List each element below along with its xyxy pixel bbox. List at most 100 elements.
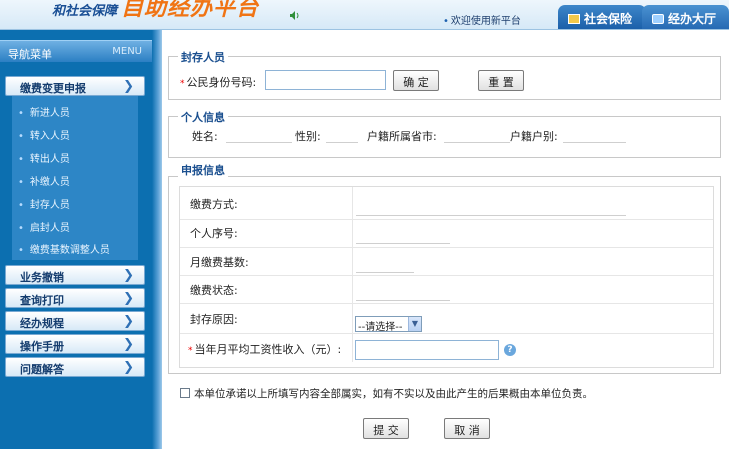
required-marker: * — [180, 79, 185, 89]
app-logo: 和社会保障 自助经办平台 — [52, 0, 260, 29]
submenu-label: 封存人员 — [29, 200, 70, 211]
menu-manual[interactable]: 操作手册 ❯ — [5, 334, 145, 354]
submenu-item-transfer-in[interactable]: • 转入人员 — [18, 127, 70, 142]
select-value: --请选择-- — [358, 322, 403, 333]
menu-label: 查询打印 — [20, 294, 64, 307]
submenu-label: 转出人员 — [29, 154, 70, 165]
id-number-label: * 公民身份号码: — [180, 74, 256, 90]
bullet-icon: • — [18, 200, 24, 211]
table-row-divider — [180, 275, 713, 276]
table-row-divider — [180, 247, 713, 248]
section-legend: 个人信息 — [178, 109, 228, 125]
bullet-icon: • — [18, 154, 24, 165]
table-row-divider — [180, 303, 713, 304]
sidebar-title: 导航菜单 — [8, 48, 52, 61]
tab-label: 经办大厅 — [668, 12, 717, 26]
bullet-icon: • — [443, 16, 449, 27]
building-icon — [652, 14, 664, 24]
submenu-item-base-adjust[interactable]: • 缴费基数调整人员 — [18, 241, 110, 256]
tab-service-hall[interactable]: 经办大厅 — [642, 5, 729, 29]
menu-payment-change[interactable]: 缴费变更申报 ❯ — [5, 76, 145, 96]
section-legend: 申报信息 — [178, 162, 228, 178]
menu-label: 问题解答 — [20, 363, 64, 376]
menu-procedures[interactable]: 经办规程 ❯ — [5, 311, 145, 331]
chevron-right-icon: ❯ — [123, 268, 134, 283]
bullet-icon: • — [18, 223, 24, 234]
chevron-right-icon: ❯ — [123, 79, 134, 94]
confirm-button[interactable]: 确 定 — [393, 70, 439, 91]
menu-business-revoke[interactable]: 业务撤销 ❯ — [5, 265, 145, 285]
payment-method-label: 缴费方式: — [190, 198, 238, 211]
id-number-label-text: 公民身份号码: — [186, 76, 257, 89]
submenu-item-transfer-out[interactable]: • 转出人员 — [18, 150, 70, 165]
menu-label: 操作手册 — [20, 340, 64, 353]
bullet-icon: • — [18, 177, 24, 188]
monthly-base-label: 月缴费基数: — [190, 256, 249, 269]
menu-faq[interactable]: 问题解答 ❯ — [5, 357, 145, 377]
chevron-right-icon: ❯ — [123, 291, 134, 306]
sidebar: 导航菜单 MENU 缴费变更申报 ❯ • 新进人员 • 转入人员 • 转出人员 • 补缴… — [0, 30, 152, 449]
seal-reason-label: 封存原因: — [190, 313, 238, 326]
payment-status-label: 缴费状态: — [190, 284, 238, 297]
chevron-down-icon: ▼ — [408, 317, 421, 331]
top-header: 和社会保障 自助经办平台 • 欢迎使用新平台 社会保险 经办大厅 — [0, 0, 729, 30]
logo-title: 自助经办平台 — [121, 0, 260, 21]
cancel-button[interactable]: 取 消 — [444, 418, 490, 439]
gender-value — [326, 142, 358, 143]
submenu-label: 启封人员 — [29, 223, 70, 234]
chevron-right-icon: ❯ — [123, 360, 134, 375]
name-label: 姓名: — [192, 130, 218, 143]
menu-label: 业务撤销 — [20, 271, 64, 284]
commitment-text: 本单位承诺以上所填写内容全部属实，如有不实以及由此产生的后果概由本单位负责。 — [194, 388, 593, 400]
bullet-icon: • — [18, 108, 24, 119]
monthly-base-value — [356, 272, 414, 273]
sidebar-divider — [152, 30, 162, 449]
logo-subtitle: 和社会保障 — [52, 4, 118, 19]
hukou-city-value — [444, 142, 510, 143]
table-row-divider — [180, 333, 713, 334]
personal-no-value — [356, 243, 450, 244]
commitment-checkbox[interactable] — [180, 388, 190, 398]
table-row-divider — [180, 219, 713, 220]
income-input[interactable] — [355, 340, 499, 360]
submenu-label: 新进人员 — [29, 108, 70, 119]
sidebar-menu-label: MENU — [112, 46, 142, 57]
income-label-text: 当年月平均工资性收入（元）: — [194, 343, 342, 356]
chevron-right-icon: ❯ — [123, 314, 134, 329]
reset-button[interactable]: 重 置 — [478, 70, 524, 91]
tab-label: 社会保险 — [584, 12, 633, 26]
submenu-label: 补缴人员 — [29, 177, 70, 188]
personal-info-fieldset — [168, 116, 721, 158]
hukou-city-label: 户籍所属省市: — [367, 130, 437, 143]
bullet-icon: • — [18, 245, 24, 256]
tab-social-insurance[interactable]: 社会保险 — [558, 5, 646, 29]
menu-label: 缴费变更申报 — [20, 82, 86, 95]
main-content: 封存人员 * 公民身份号码: 确 定 重 置 个人信息 姓名: 性别: 户籍所属省… — [162, 30, 729, 449]
payment-status-value — [356, 300, 450, 301]
speaker-icon — [290, 11, 299, 20]
bullet-icon: • — [18, 131, 24, 142]
name-value — [226, 142, 292, 143]
hukou-type-label: 户籍户别: — [510, 130, 558, 143]
hukou-type-value — [563, 142, 626, 143]
welcome-message: • 欢迎使用新平台 — [443, 12, 521, 27]
submenu-label: 转入人员 — [29, 131, 70, 142]
submenu-item-sealed[interactable]: • 封存人员 — [18, 196, 70, 211]
help-icon[interactable]: ? — [504, 344, 516, 356]
submenu-item-back-pay[interactable]: • 补缴人员 — [18, 173, 70, 188]
payment-method-value — [356, 215, 626, 216]
income-label: * 当年月平均工资性收入（元）: — [188, 341, 341, 357]
section-legend: 封存人员 — [178, 49, 228, 65]
required-marker: * — [188, 346, 193, 356]
chevron-right-icon: ❯ — [123, 337, 134, 352]
seal-reason-select[interactable]: --请选择-- ▼ — [355, 316, 422, 333]
submenu-item-new[interactable]: • 新进人员 — [18, 104, 70, 119]
card-icon — [568, 14, 580, 24]
menu-label: 经办规程 — [20, 317, 64, 330]
id-number-input[interactable] — [265, 70, 386, 90]
submenu-item-unsealed[interactable]: • 启封人员 — [18, 219, 70, 234]
submit-button[interactable]: 提 交 — [363, 418, 409, 439]
submenu-label: 缴费基数调整人员 — [29, 245, 110, 256]
personal-no-label: 个人序号: — [190, 227, 238, 240]
menu-query-print[interactable]: 查询打印 ❯ — [5, 288, 145, 308]
